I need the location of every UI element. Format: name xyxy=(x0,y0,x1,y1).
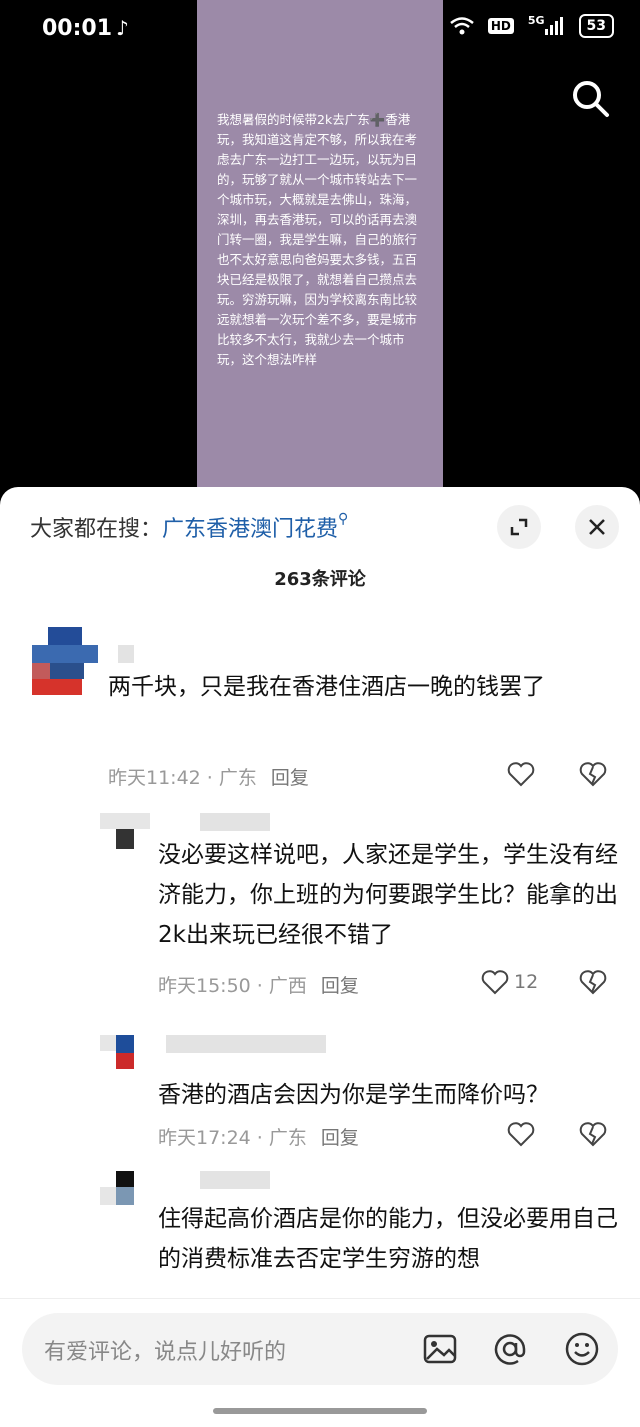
comment-time-location: 昨天15:50 · 广西 xyxy=(158,975,307,997)
video-frame[interactable]: 我想暑假的时候带2k去广东➕香港玩，我知道这肯定不够，所以我在考虑去广东一边打工… xyxy=(197,0,443,500)
heart-icon[interactable] xyxy=(506,759,536,789)
reply-button[interactable]: 回复 xyxy=(271,767,309,789)
emoji-icon[interactable] xyxy=(564,1331,600,1367)
trending-keyword[interactable]: 广东香港澳门花费 xyxy=(162,517,338,542)
comment-time-location: 昨天11:42 · 广东 xyxy=(108,767,257,789)
like-count: 12 xyxy=(514,971,539,993)
comment-text: 两千块，只是我在香港住酒店一晚的钱罢了 xyxy=(108,674,545,700)
battery-indicator: 53 xyxy=(578,14,614,38)
search-small-icon: ⚲ xyxy=(338,511,349,527)
dislike-icon[interactable] xyxy=(578,967,608,997)
reply-button[interactable]: 回复 xyxy=(321,975,359,997)
heart-icon[interactable] xyxy=(480,967,510,997)
dislike-icon[interactable] xyxy=(578,1119,608,1149)
dislike-icon[interactable] xyxy=(578,759,608,789)
expand-icon xyxy=(510,518,528,536)
hd-badge: HD xyxy=(487,18,514,34)
home-indicator[interactable] xyxy=(213,1408,427,1414)
comment-input[interactable]: 有爱评论，说点儿好听的 xyxy=(22,1313,618,1385)
comment-meta: 昨天17:24 · 广东 回复 xyxy=(158,1123,359,1150)
avatar[interactable] xyxy=(100,1035,150,1071)
tiktok-icon: ♪ xyxy=(116,16,129,40)
close-icon xyxy=(589,519,605,535)
avatar[interactable] xyxy=(32,627,100,695)
comment-sheet: 大家都在搜：广东香港澳门花费⚲ 263条评论 两千块，只是我在香港住酒店一晚的钱… xyxy=(0,487,640,1427)
comment-text: 香港的酒店会因为你是学生而降价吗？ xyxy=(158,1082,549,1108)
divider xyxy=(0,1298,640,1299)
trending-label: 大家都在搜： xyxy=(30,517,163,542)
expand-button[interactable] xyxy=(497,505,541,549)
video-caption: 我想暑假的时候带2k去广东➕香港玩，我知道这肯定不够，所以我在考虑去广东一边打工… xyxy=(217,112,418,367)
username-blurred[interactable] xyxy=(200,813,270,831)
comment-time-location: 昨天17:24 · 广东 xyxy=(158,1127,307,1149)
image-icon[interactable] xyxy=(422,1331,458,1367)
trending-search[interactable]: 大家都在搜：广东香港澳门花费⚲ xyxy=(30,511,348,543)
username-blurred[interactable] xyxy=(200,1171,270,1189)
comment-meta: 昨天15:50 · 广西 回复 xyxy=(158,971,359,998)
network-label: 5G xyxy=(527,13,545,27)
avatar[interactable] xyxy=(100,813,150,853)
username-blurred[interactable] xyxy=(118,645,134,663)
comment-placeholder: 有爱评论，说点儿好听的 xyxy=(44,1340,287,1365)
reply-button[interactable]: 回复 xyxy=(321,1127,359,1149)
comment-count: 263条评论 xyxy=(274,569,366,590)
username-blurred[interactable] xyxy=(166,1035,326,1053)
search-icon[interactable] xyxy=(570,78,610,118)
mention-icon[interactable] xyxy=(492,1331,528,1367)
comment-meta: 昨天11:42 · 广东 回复 xyxy=(108,763,309,790)
signal-icon xyxy=(544,17,563,35)
avatar[interactable] xyxy=(100,1171,150,1207)
comment-text: 住得起高价酒店是你的能力，但没必要用自己的消费标准去否定学生穷游的想 xyxy=(158,1206,618,1272)
screen: 00:01 ♪ ⏰ ▯ HD 5G 53 我想暑假的时候带2k去广东➕香港玩，我… xyxy=(0,0,640,1427)
close-button[interactable] xyxy=(575,505,619,549)
heart-icon[interactable] xyxy=(506,1119,536,1149)
wifi-icon xyxy=(450,17,474,35)
comment-text: 没必要这样说吧，人家还是学生，学生没有经济能力，你上班的为何要跟学生比？能拿的出… xyxy=(158,842,618,948)
status-time: 00:01 xyxy=(42,16,113,41)
